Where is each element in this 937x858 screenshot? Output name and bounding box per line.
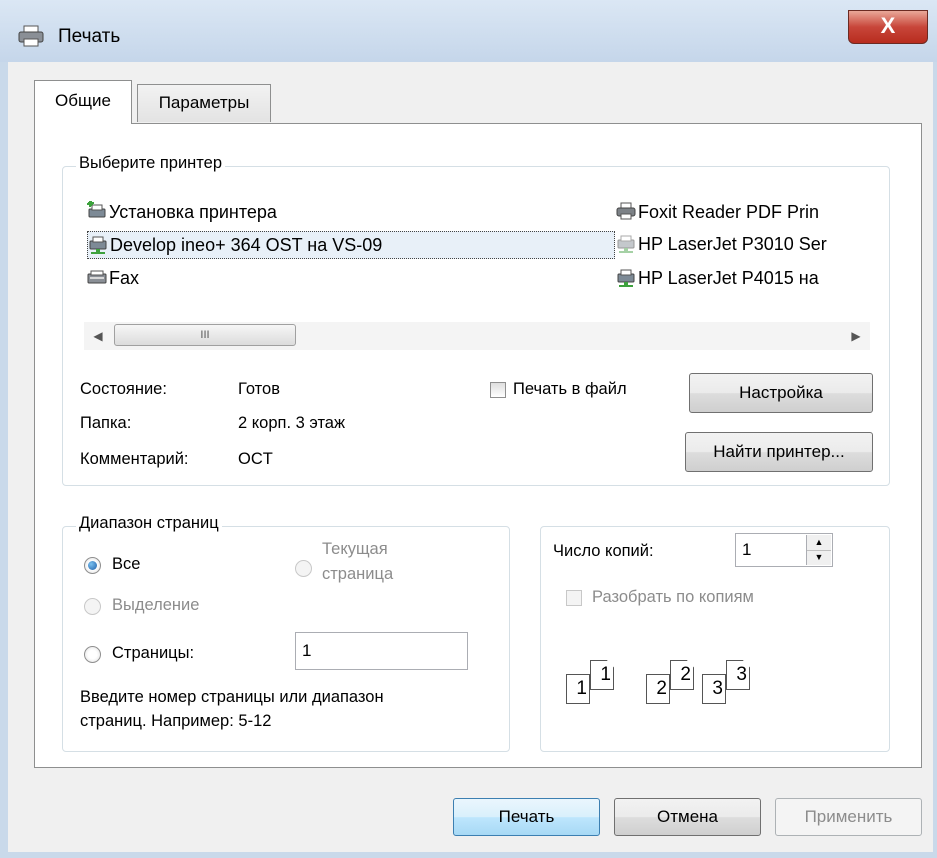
printer-name: Foxit Reader PDF Prin [638, 202, 820, 222]
scroll-right-arrow-icon[interactable]: ▶ [842, 322, 870, 350]
print-to-file-label: Печать в файл [513, 380, 627, 398]
collate-illustration: 1 1 2 2 3 3 [566, 660, 776, 730]
add-printer-icon [87, 201, 106, 218]
tab-general[interactable]: Общие [34, 80, 132, 124]
close-button[interactable]: X [848, 10, 928, 44]
apply-button[interactable]: Применить [775, 798, 922, 836]
radio-current-page-label-1: Текущая [322, 540, 388, 558]
printer-name: Develop ineo+ 364 OST на VS-09 [110, 235, 383, 255]
page-icon: 1 [590, 660, 614, 690]
find-printer-button[interactable]: Найти принтер... [685, 432, 873, 472]
scroll-grip: III [200, 329, 210, 341]
printer-group-legend: Выберите принтер [76, 154, 225, 173]
radio-all[interactable] [84, 557, 101, 574]
collate-checkbox[interactable] [566, 590, 582, 606]
radio-current-page-label-2: страница [322, 565, 394, 583]
radio-all-label: Все [112, 555, 141, 573]
title-bar[interactable]: Печать X [0, 0, 937, 62]
page-icon: 2 [646, 674, 670, 704]
radio-pages[interactable] [84, 646, 101, 663]
printer-icon [616, 202, 636, 220]
horizontal-scrollbar[interactable]: ◀ III ▶ [84, 322, 870, 350]
pages-input-value: 1 [302, 641, 312, 660]
page-icon: 3 [726, 660, 750, 690]
comment-label: Комментарий: [80, 450, 189, 468]
apply-button-label: Применить [804, 807, 893, 826]
find-printer-button-label: Найти принтер... [713, 442, 845, 461]
page-icon: 2 [670, 660, 694, 690]
radio-current-page[interactable] [295, 560, 312, 577]
folder-label: Папка: [80, 414, 132, 432]
window-title: Печать [58, 26, 121, 47]
cancel-button-label: Отмена [657, 807, 718, 826]
fax-icon [87, 270, 107, 284]
copies-value: 1 [742, 540, 752, 559]
settings-button-label: Настройка [739, 383, 823, 402]
printer-name: HP LaserJet P4015 на [638, 268, 819, 288]
range-hint-line-2: страниц. Например: 5-12 [80, 712, 272, 730]
status-value: Готов [238, 380, 280, 398]
scroll-left-arrow-icon[interactable]: ◀ [84, 322, 112, 350]
printer-name: Fax [109, 268, 140, 288]
tab-general-label: Общие [55, 91, 111, 110]
print-to-file-checkbox[interactable] [490, 382, 506, 398]
status-label: Состояние: [80, 380, 167, 398]
radio-selection[interactable] [84, 598, 101, 615]
page-icon: 1 [566, 674, 590, 704]
tab-parameters-label: Параметры [158, 93, 250, 112]
radio-pages-label: Страницы: [112, 644, 195, 662]
tab-parameters[interactable]: Параметры [137, 84, 271, 122]
chevron-up-icon[interactable]: ▲ [807, 535, 831, 551]
print-button-label: Печать [498, 807, 555, 826]
close-icon: X [880, 13, 896, 38]
collate-label: Разобрать по копиям [592, 588, 754, 606]
scroll-thumb[interactable]: III [114, 324, 296, 346]
copies-stepper[interactable]: ▲ ▼ [806, 535, 831, 565]
list-item-selected[interactable]: Develop ineo+ 364 OST на VS-09 [87, 231, 615, 259]
network-printer-icon [89, 236, 107, 254]
printer-name: HP LaserJet P3010 Ser [638, 234, 827, 254]
cancel-button[interactable]: Отмена [614, 798, 761, 836]
page-range-legend: Диапазон страниц [76, 514, 222, 533]
folder-value: 2 корп. 3 этаж [238, 414, 346, 432]
print-button[interactable]: Печать [453, 798, 600, 836]
network-printer-disabled-icon [617, 235, 635, 253]
range-hint-line-1: Введите номер страницы или диапазон [80, 688, 384, 706]
copies-label: Число копий: [553, 542, 654, 560]
printer-icon [18, 25, 44, 47]
radio-selection-label: Выделение [112, 596, 200, 614]
settings-button[interactable]: Настройка [689, 373, 873, 413]
page-icon: 3 [702, 674, 726, 704]
network-printer-icon [617, 269, 635, 287]
copies-spinner[interactable]: 1 ▲ ▼ [735, 533, 833, 567]
printer-name: Установка принтера [109, 202, 277, 222]
pages-input[interactable]: 1 [295, 632, 468, 670]
comment-value: OCT [238, 450, 273, 468]
chevron-down-icon[interactable]: ▼ [807, 550, 831, 565]
